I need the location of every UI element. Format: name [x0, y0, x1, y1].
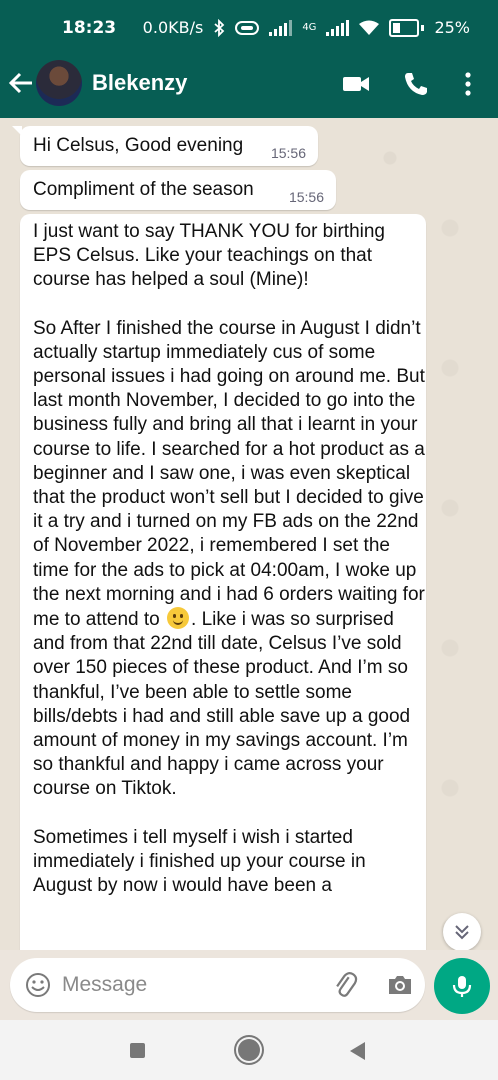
- message-paragraph: Sometimes i tell myself i wish i started…: [33, 826, 366, 897]
- chat-header: Blekenzy: [0, 58, 498, 118]
- hotspot-icon: [235, 20, 260, 35]
- scroll-to-bottom-button[interactable]: [443, 913, 481, 950]
- signal-icon-2: [326, 19, 350, 36]
- message-time: 15:56: [288, 189, 324, 205]
- status-time: 18:23: [62, 18, 117, 38]
- voice-record-button[interactable]: [434, 958, 490, 1014]
- signal-icon: [269, 19, 293, 36]
- message-text-part: So After I finished the course in August…: [33, 317, 425, 631]
- net-speed: 0.0KB/s: [142, 18, 204, 37]
- phone-call-icon[interactable]: [400, 68, 432, 100]
- message-paragraph: I just want to say THANK YOU for birthin…: [33, 221, 385, 291]
- bluetooth-icon: [214, 18, 225, 37]
- more-options-icon[interactable]: [456, 68, 480, 100]
- message-input[interactable]: Message: [10, 958, 425, 1012]
- wifi-icon: [359, 20, 380, 35]
- chat-area[interactable]: Hi Celsus, Good evening 15:56 Compliment…: [0, 118, 498, 950]
- battery-level: 25%: [434, 18, 470, 37]
- message-paragraph: So After I finished the course in August…: [33, 317, 425, 802]
- back-triangle-icon[interactable]: [350, 1042, 365, 1060]
- message-time: 15:56: [270, 145, 306, 161]
- message-text: Compliment of the season: [33, 179, 254, 200]
- attachment-icon[interactable]: [330, 970, 360, 1000]
- long-message-text: I just want to say THANK YOU for birthin…: [33, 220, 425, 898]
- video-call-icon[interactable]: [340, 68, 372, 100]
- long-message-bubble[interactable]: I just want to say THANK YOU for birthin…: [20, 214, 426, 950]
- status-icons: 0.0KB/s 4G 25%: [143, 18, 470, 37]
- top-bar: 18:23 0.0KB/s 4G 25% Blekenzy: [0, 0, 498, 118]
- emoji-icon[interactable]: [24, 971, 52, 999]
- smiley-emoji-icon: [167, 607, 190, 630]
- battery-icon: [389, 18, 425, 37]
- recent-apps-icon[interactable]: [130, 1043, 145, 1058]
- message-placeholder: Message: [62, 973, 148, 996]
- contact-name[interactable]: Blekenzy: [92, 70, 187, 96]
- message-bubble[interactable]: Hi Celsus, Good evening 15:56: [12, 126, 318, 166]
- android-nav-bar: [0, 1020, 498, 1080]
- home-icon[interactable]: [238, 1039, 260, 1061]
- message-text: Hi Celsus, Good evening: [33, 135, 244, 156]
- network-type: 4G: [302, 22, 317, 33]
- message-bubble[interactable]: Compliment of the season 15:56: [20, 170, 336, 210]
- message-composer: Message: [0, 950, 498, 1020]
- status-bar: 18:23 0.0KB/s 4G 25%: [0, 0, 498, 58]
- message-text-part: . Like i was so surprised and from that …: [33, 609, 411, 800]
- avatar[interactable]: [36, 60, 82, 106]
- microphone-icon: [452, 976, 472, 997]
- back-arrow-icon[interactable]: [8, 70, 34, 102]
- double-chevron-down-icon: [455, 925, 469, 940]
- camera-icon[interactable]: [385, 970, 415, 1000]
